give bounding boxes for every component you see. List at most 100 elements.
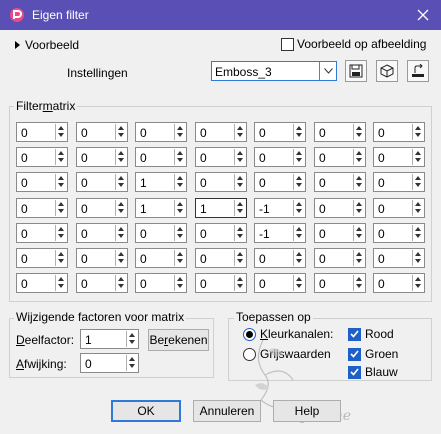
preview-on-image-option[interactable]: Voorbeeld op afbeelding <box>281 37 426 51</box>
matrix-cell-r3-c5[interactable]: 0 <box>254 172 306 192</box>
help-button[interactable]: Help <box>273 400 341 422</box>
cancel-button[interactable]: Annuleren <box>193 400 261 422</box>
matrix-cell-r6-c2[interactable]: 0 <box>76 248 128 268</box>
matrix-cell-spin-arrows[interactable] <box>174 275 185 291</box>
matrix-cell-r7-c7[interactable]: 0 <box>373 273 425 293</box>
matrix-cell-spin-arrows[interactable] <box>412 275 423 291</box>
matrix-cell-r6-c1[interactable]: 0 <box>16 248 68 268</box>
matrix-cell-r2-c4[interactable]: 0 <box>195 147 247 167</box>
matrix-cell-spin-arrows[interactable] <box>174 124 185 140</box>
matrix-cell-r6-c4[interactable]: 0 <box>195 248 247 268</box>
matrix-cell-spin-arrows[interactable] <box>234 250 245 266</box>
matrix-cell-spin-arrows[interactable] <box>234 275 245 291</box>
matrix-cell-r2-c2[interactable]: 0 <box>76 147 128 167</box>
preset-options-button[interactable] <box>376 60 398 82</box>
matrix-cell-spin-arrows[interactable] <box>353 174 364 190</box>
matrix-cell-spin-arrows[interactable] <box>115 200 126 216</box>
matrix-cell-spin-arrows[interactable] <box>293 124 304 140</box>
matrix-cell-r1-c2[interactable]: 0 <box>76 122 128 142</box>
matrix-cell-r7-c1[interactable]: 0 <box>16 273 68 293</box>
matrix-cell-r7-c6[interactable]: 0 <box>314 273 366 293</box>
matrix-cell-r7-c4[interactable]: 0 <box>195 273 247 293</box>
matrix-cell-r4-c4[interactable]: 1 <box>195 198 247 218</box>
matrix-cell-spin-arrows[interactable] <box>412 149 423 165</box>
matrix-cell-spin-arrows[interactable] <box>353 149 364 165</box>
matrix-cell-r7-c5[interactable]: 0 <box>254 273 306 293</box>
matrix-cell-r3-c2[interactable]: 0 <box>76 172 128 192</box>
matrix-cell-r1-c3[interactable]: 0 <box>135 122 187 142</box>
matrix-cell-spin-arrows[interactable] <box>234 200 245 216</box>
ok-button[interactable]: OK <box>111 400 181 422</box>
matrix-cell-r1-c7[interactable]: 0 <box>373 122 425 142</box>
matrix-cell-r5-c2[interactable]: 0 <box>76 223 128 243</box>
matrix-cell-spin-arrows[interactable] <box>293 174 304 190</box>
matrix-cell-spin-arrows[interactable] <box>55 149 66 165</box>
matrix-cell-spin-arrows[interactable] <box>293 250 304 266</box>
matrix-cell-r5-c1[interactable]: 0 <box>16 223 68 243</box>
preview-on-image-checkbox[interactable] <box>281 37 294 51</box>
matrix-cell-r3-c4[interactable]: 0 <box>195 172 247 192</box>
matrix-cell-spin-arrows[interactable] <box>234 174 245 190</box>
matrix-cell-spin-arrows[interactable] <box>115 250 126 266</box>
divisor-spin-arrows[interactable] <box>126 331 137 347</box>
matrix-cell-spin-arrows[interactable] <box>174 174 185 190</box>
matrix-cell-spin-arrows[interactable] <box>412 225 423 241</box>
matrix-cell-spin-arrows[interactable] <box>115 275 126 291</box>
matrix-cell-spin-arrows[interactable] <box>55 124 66 140</box>
matrix-cell-r4-c3[interactable]: 1 <box>135 198 187 218</box>
reset-button[interactable] <box>407 60 429 82</box>
title-bar[interactable]: Eigen filter <box>0 0 441 30</box>
matrix-cell-spin-arrows[interactable] <box>115 174 126 190</box>
preset-dropdown-button[interactable] <box>319 62 336 80</box>
matrix-cell-r2-c7[interactable]: 0 <box>373 147 425 167</box>
matrix-cell-spin-arrows[interactable] <box>353 275 364 291</box>
matrix-cell-spin-arrows[interactable] <box>174 149 185 165</box>
matrix-cell-spin-arrows[interactable] <box>234 225 245 241</box>
matrix-cell-r2-c6[interactable]: 0 <box>314 147 366 167</box>
matrix-cell-r3-c7[interactable]: 0 <box>373 172 425 192</box>
matrix-cell-spin-arrows[interactable] <box>174 250 185 266</box>
matrix-cell-r5-c3[interactable]: 0 <box>135 223 187 243</box>
matrix-cell-spin-arrows[interactable] <box>293 200 304 216</box>
matrix-cell-spin-arrows[interactable] <box>353 225 364 241</box>
matrix-cell-r6-c6[interactable]: 0 <box>314 248 366 268</box>
matrix-cell-r5-c5[interactable]: -1 <box>254 223 306 243</box>
save-preset-button[interactable] <box>345 60 367 82</box>
bias-spinbox[interactable]: 0 <box>80 353 139 373</box>
matrix-cell-spin-arrows[interactable] <box>293 149 304 165</box>
matrix-cell-spin-arrows[interactable] <box>55 250 66 266</box>
matrix-cell-r7-c3[interactable]: 0 <box>135 273 187 293</box>
matrix-cell-r2-c3[interactable]: 0 <box>135 147 187 167</box>
matrix-cell-r3-c3[interactable]: 1 <box>135 172 187 192</box>
matrix-cell-r5-c7[interactable]: 0 <box>373 223 425 243</box>
matrix-cell-r1-c6[interactable]: 0 <box>314 122 366 142</box>
matrix-cell-spin-arrows[interactable] <box>55 174 66 190</box>
matrix-cell-spin-arrows[interactable] <box>412 174 423 190</box>
matrix-cell-spin-arrows[interactable] <box>234 124 245 140</box>
close-button[interactable] <box>411 4 435 26</box>
matrix-cell-r6-c5[interactable]: 0 <box>254 248 306 268</box>
matrix-cell-spin-arrows[interactable] <box>115 225 126 241</box>
preset-select[interactable]: Emboss_3 <box>211 61 337 81</box>
matrix-cell-spin-arrows[interactable] <box>353 250 364 266</box>
bias-spin-arrows[interactable] <box>126 355 137 371</box>
matrix-cell-spin-arrows[interactable] <box>55 275 66 291</box>
matrix-cell-r4-c5[interactable]: -1 <box>254 198 306 218</box>
matrix-cell-r3-c6[interactable]: 0 <box>314 172 366 192</box>
matrix-cell-spin-arrows[interactable] <box>115 149 126 165</box>
matrix-cell-r1-c1[interactable]: 0 <box>16 122 68 142</box>
matrix-cell-spin-arrows[interactable] <box>55 225 66 241</box>
matrix-cell-r4-c7[interactable]: 0 <box>373 198 425 218</box>
matrix-cell-r4-c6[interactable]: 0 <box>314 198 366 218</box>
matrix-cell-r6-c3[interactable]: 0 <box>135 248 187 268</box>
matrix-cell-spin-arrows[interactable] <box>174 225 185 241</box>
matrix-cell-spin-arrows[interactable] <box>412 200 423 216</box>
matrix-cell-spin-arrows[interactable] <box>174 200 185 216</box>
matrix-cell-spin-arrows[interactable] <box>353 124 364 140</box>
divisor-spinbox[interactable]: 1 <box>80 329 139 349</box>
matrix-cell-spin-arrows[interactable] <box>293 275 304 291</box>
matrix-cell-r7-c2[interactable]: 0 <box>76 273 128 293</box>
matrix-cell-spin-arrows[interactable] <box>293 225 304 241</box>
matrix-cell-r4-c1[interactable]: 0 <box>16 198 68 218</box>
matrix-cell-spin-arrows[interactable] <box>412 124 423 140</box>
